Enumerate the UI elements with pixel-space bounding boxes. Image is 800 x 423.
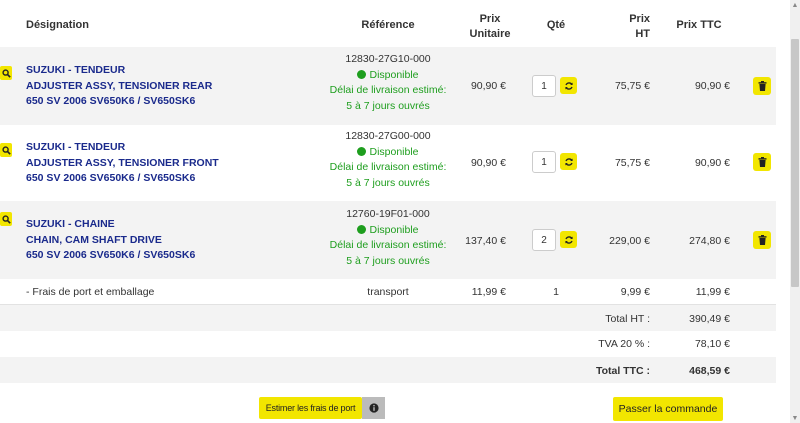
item-price-ttc: 90,90 € [694, 80, 730, 92]
place-order-button[interactable]: Passer la commande [613, 397, 723, 421]
shipping-price-ttc: 11,99 € [695, 286, 730, 298]
delivery-delay-value: 5 à 7 jours ouvrés [346, 99, 430, 112]
item-price-ttc: 90,90 € [694, 157, 730, 169]
item-unit-price: 90,90 € [470, 157, 506, 169]
total-ht-band [0, 305, 776, 331]
scrollbar-thumb[interactable] [791, 39, 799, 287]
quantity-input[interactable]: 1 [532, 151, 556, 173]
col-price-ttc: Prix TTC [676, 19, 722, 31]
total-ttc-value: 468,59 € [689, 365, 730, 377]
total-ht-value: 390,49 € [689, 313, 730, 325]
info-icon[interactable] [362, 397, 385, 419]
item-title: SUZUKI - TENDEUR [26, 64, 126, 76]
item-model: 650 SV 2006 SV650K6 / SV650SK6 [26, 172, 196, 184]
availability-label: Disponible [369, 223, 419, 236]
magnifier-icon[interactable] [0, 66, 12, 80]
item-designation[interactable]: SUZUKI - TENDEUR ADJUSTER ASSY, TENSIONE… [26, 140, 219, 187]
item-unit-price: 137,40 € [465, 235, 506, 247]
col-unit-price-line1: Prix [479, 13, 501, 25]
availability-status: Disponible [318, 223, 458, 239]
refresh-icon[interactable] [560, 77, 577, 94]
availability-status: Disponible [318, 145, 458, 161]
item-designation[interactable]: SUZUKI - CHAINE CHAIN, CAM SHAFT DRIVE 6… [26, 217, 195, 264]
item-designation[interactable]: SUZUKI - TENDEUR ADJUSTER ASSY, TENSIONE… [26, 63, 212, 110]
col-price-ht: Prix HT [590, 12, 650, 42]
item-title: SUZUKI - TENDEUR [26, 141, 126, 153]
cart-item-row: SUZUKI - TENDEUR ADJUSTER ASSY, TENSIONE… [0, 47, 776, 125]
estimate-shipping-button[interactable]: Estimer les frais de port [259, 397, 362, 419]
quantity-input[interactable]: 1 [532, 75, 556, 97]
item-price-ht: 75,75 € [614, 80, 650, 92]
item-reference: 12830-27G00-000 Disponible Délai de livr… [318, 129, 458, 191]
shipping-reference: transport [367, 286, 409, 298]
trash-icon[interactable] [753, 153, 771, 171]
col-price-ht-line2: HT [635, 28, 650, 40]
shipping-unit-price: 11,99 € [471, 286, 506, 298]
tva-value: 78,10 € [694, 338, 730, 350]
item-price-ht: 75,75 € [614, 157, 650, 169]
col-reference: Référence [361, 19, 415, 31]
item-model: 650 SV 2006 SV650K6 / SV650SK6 [26, 249, 196, 261]
availability-status: Disponible [318, 68, 458, 84]
item-code: 12830-27G00-000 [345, 130, 431, 142]
cart-item-row: SUZUKI - TENDEUR ADJUSTER ASSY, TENSIONE… [0, 125, 776, 203]
green-dot-icon [357, 224, 367, 234]
total-ttc-band [0, 357, 776, 383]
shipping-price-ht: 9,99 € [620, 286, 650, 298]
green-dot-icon [357, 146, 367, 156]
magnifier-icon[interactable] [0, 212, 12, 226]
col-price-ht-line1: Prix [629, 13, 650, 25]
availability-label: Disponible [369, 145, 419, 158]
item-unit-price: 90,90 € [470, 80, 506, 92]
quantity-input[interactable]: 2 [532, 229, 556, 251]
cart-table-header: Désignation Référence Prix Unitaire Qté … [0, 0, 776, 46]
item-description: ADJUSTER ASSY, TENSIONER REAR [26, 79, 213, 92]
green-dot-icon [357, 69, 367, 79]
availability-label: Disponible [369, 68, 419, 81]
refresh-icon[interactable] [560, 153, 577, 170]
trash-icon[interactable] [753, 77, 771, 95]
cart-item-row: SUZUKI - CHAINE CHAIN, CAM SHAFT DRIVE 6… [0, 201, 776, 279]
item-description: ADJUSTER ASSY, TENSIONER FRONT [26, 156, 219, 169]
col-designation: Désignation [26, 19, 89, 31]
item-code: 12830-27G10-000 [345, 53, 431, 65]
item-code: 12760-19F01-000 [346, 208, 430, 220]
shipping-qty: 1 [553, 286, 559, 298]
magnifier-icon[interactable] [0, 143, 12, 157]
delivery-delay-value: 5 à 7 jours ouvrés [346, 176, 430, 189]
item-description: CHAIN, CAM SHAFT DRIVE [26, 233, 162, 246]
refresh-icon[interactable] [560, 231, 577, 248]
col-unit-price-line2: Unitaire [469, 28, 511, 40]
col-unit-price: Prix Unitaire [460, 12, 520, 42]
total-ttc-label: Total TTC : [595, 365, 650, 377]
item-reference: 12760-19F01-000 Disponible Délai de livr… [318, 207, 458, 269]
total-ht-label: Total HT : [605, 313, 650, 325]
shipping-label: - Frais de port et emballage [26, 286, 155, 298]
scroll-down-arrow-icon[interactable]: ▼ [790, 413, 800, 423]
shipping-row: - Frais de port et emballage transport 1… [0, 279, 776, 305]
item-model: 650 SV 2006 SV650K6 / SV650SK6 [26, 95, 196, 107]
item-price-ttc: 274,80 € [689, 235, 730, 247]
item-title: SUZUKI - CHAINE [26, 218, 115, 230]
delivery-delay-value: 5 à 7 jours ouvrés [346, 254, 430, 267]
delivery-delay-label: Délai de livraison estimé: [329, 239, 447, 251]
trash-icon[interactable] [753, 231, 771, 249]
scroll-up-arrow-icon[interactable]: ▲ [790, 0, 800, 10]
tva-label: TVA 20 % : [598, 338, 650, 350]
item-price-ht: 229,00 € [609, 235, 650, 247]
delivery-delay-label: Délai de livraison estimé: [329, 84, 447, 96]
delivery-delay-label: Délai de livraison estimé: [329, 161, 447, 173]
col-qty: Qté [546, 19, 566, 31]
item-reference: 12830-27G10-000 Disponible Délai de livr… [318, 52, 458, 114]
